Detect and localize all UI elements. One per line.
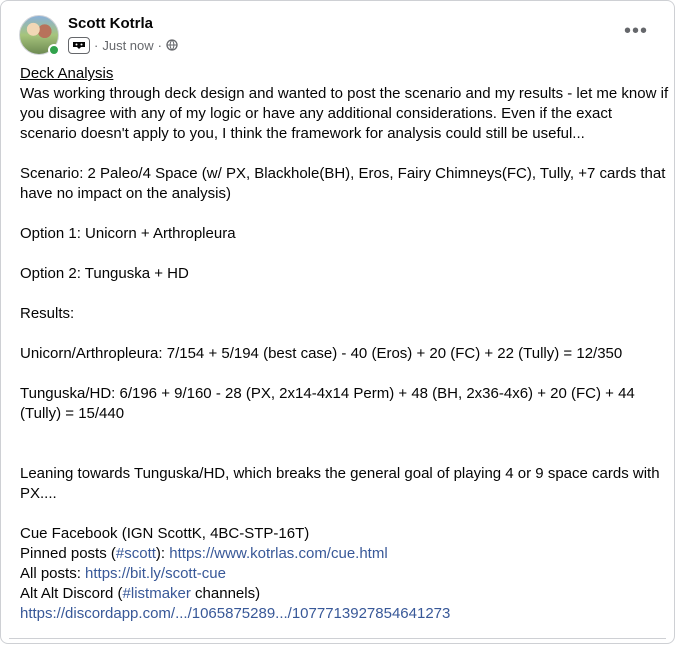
discord-line: Alt Alt Discord (#listmaker channels) [20,584,670,604]
post-result-2: Tunguska/HD: 6/196 + 9/160 - 28 (PX, 2x1… [20,385,635,422]
post-cue-facebook: Cue Facebook (IGN ScottK, 4BC-STP-16T) [20,525,310,542]
post-scenario: Scenario: 2 Paleo/4 Space (w/ PX, Blackh… [20,165,666,202]
post-card: Scott Kotrla · Just now · ••• Deck Analy… [0,0,675,644]
discord-link[interactable]: https://discordapp.com/.../1065875289...… [20,605,450,622]
discord-link-line: https://discordapp.com/.../1065875289...… [20,604,670,624]
post-result-1: Unicorn/Arthropleura: 7/154 + 5/194 (bes… [20,345,623,362]
globe-icon[interactable] [166,39,178,51]
pinned-prefix: Pinned posts ( [20,545,116,562]
meta-separator: · [94,37,99,53]
post-meta: · Just now · [68,35,178,55]
meta-separator: · [157,37,162,53]
post-timestamp[interactable]: Just now [102,38,153,53]
online-status-indicator [48,44,60,56]
hashtag-listmaker-link[interactable]: #listmaker [123,585,191,602]
pinned-posts-line: Pinned posts (#scott): https://www.kotrl… [20,544,670,564]
all-posts-link[interactable]: https://bit.ly/scott-cue [85,565,226,582]
hashtag-scott-link[interactable]: #scott [116,545,156,562]
all-posts-line: All posts: https://bit.ly/scott-cue [20,564,670,584]
discord-suffix: channels) [190,585,261,602]
post-intro: Was working through deck design and want… [20,85,669,142]
discord-prefix: Alt Alt Discord ( [20,585,123,602]
gaming-badge-icon[interactable] [68,36,90,54]
pinned-posts-link[interactable]: https://www.kotrlas.com/cue.html [169,545,387,562]
post-option-2: Option 2: Tunguska + HD [20,265,189,282]
author-name[interactable]: Scott Kotrla [68,15,153,32]
divider [9,638,666,639]
more-options-icon[interactable]: ••• [618,19,654,43]
post-body: Deck Analysis Was working through deck d… [20,64,670,624]
post-option-1: Option 1: Unicorn + Arthropleura [20,225,236,242]
pinned-mid: ): [155,545,170,562]
post-header: Scott Kotrla · Just now · ••• [19,13,662,57]
avatar[interactable] [19,15,60,56]
post-results-label: Results: [20,305,75,322]
allposts-prefix: All posts: [20,565,86,582]
post-leaning: Leaning towards Tunguska/HD, which break… [20,465,660,502]
post-title: Deck Analysis [20,65,114,82]
